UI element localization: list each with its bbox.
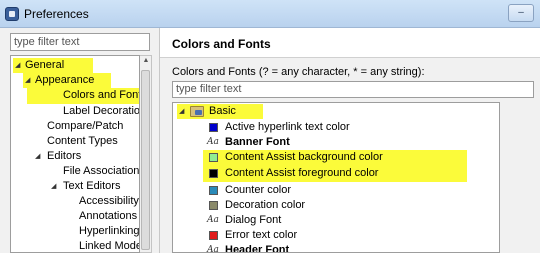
category-label: Basic: [209, 105, 236, 117]
item-label: Counter color: [225, 184, 292, 196]
item-label: Content Assist background color: [225, 151, 383, 163]
item-label: Content Assist foreground color: [225, 167, 379, 179]
tree-item-label: Linked Mode: [79, 240, 140, 252]
tree-item-hyperlinking[interactable]: Hyperlinking: [79, 224, 140, 239]
color-swatch-icon: [209, 153, 218, 162]
item-label: Decoration color: [225, 199, 306, 211]
tree-item-label: General: [25, 59, 65, 71]
tree-item-label: Label Decorations: [63, 105, 140, 117]
expand-arrow-icon[interactable]: ◢: [51, 179, 59, 194]
colors-and-fonts-tree[interactable]: ◢ Basic Active hyperlink text color Aa B…: [172, 102, 500, 253]
scrollbar-thumb[interactable]: [141, 70, 150, 250]
category-basic[interactable]: ◢ Basic: [177, 104, 263, 119]
color-swatch-icon: [209, 169, 218, 178]
tree-scrollbar[interactable]: ▲: [140, 55, 152, 253]
tree-item-colors-and-fonts[interactable]: Colors and Fonts: [27, 88, 140, 104]
page-title: Colors and Fonts: [172, 37, 271, 51]
preferences-app-icon: [5, 7, 19, 21]
tree-item-label: Compare/Patch: [47, 120, 124, 132]
page-description: Colors and Fonts (? = any character, * =…: [172, 66, 425, 78]
tree-item-general[interactable]: ◢ General: [13, 58, 93, 73]
tree-item-label: File Associations: [63, 165, 140, 177]
tree-item-file-associations[interactable]: File Associations: [63, 164, 140, 179]
color-item-counter[interactable]: Counter color: [209, 183, 489, 198]
title-bar: Preferences –: [0, 0, 540, 28]
tree-item-linked-mode[interactable]: Linked Mode: [79, 239, 140, 252]
font-item-banner-font[interactable]: Aa Banner Font: [207, 135, 489, 150]
font-item-header-font[interactable]: Aa Header Font: [207, 243, 489, 253]
expand-arrow-icon[interactable]: ◢: [179, 104, 187, 119]
font-icon: Aa: [207, 245, 219, 253]
item-label: Header Font: [225, 244, 290, 253]
tree-item-label-decorations[interactable]: Label Decorations: [63, 104, 140, 119]
tree-item-appearance[interactable]: ◢ Appearance: [23, 73, 111, 88]
item-label: Active hyperlink text color: [225, 121, 350, 133]
tree-item-label: Text Editors: [63, 180, 121, 192]
item-label: Banner Font: [225, 136, 290, 148]
colors-and-fonts-page: Colors and Fonts Colors and Fonts (? = a…: [160, 28, 540, 253]
item-label: Error text color: [225, 229, 298, 241]
color-item-active-hyperlink[interactable]: Active hyperlink text color: [209, 120, 489, 135]
tree-item-accessibility[interactable]: Accessibility: [79, 194, 139, 209]
tree-item-label: Content Types: [47, 135, 118, 147]
scroll-up-arrow-icon[interactable]: ▲: [141, 57, 151, 69]
expand-arrow-icon[interactable]: ◢: [35, 149, 43, 164]
preference-tree-panel: type filter text ◢ General ◢ Appearance …: [0, 28, 160, 253]
tree-item-label: Appearance: [35, 74, 95, 86]
tree-item-label: Colors and Fonts: [63, 89, 140, 101]
expand-arrow-icon[interactable]: ◢: [25, 73, 33, 88]
folder-icon: [190, 106, 204, 117]
color-swatch-icon: [209, 123, 218, 132]
window-controls: –: [508, 4, 534, 22]
color-item-content-assist-background[interactable]: Content Assist background color: [203, 150, 467, 166]
font-icon: Aa: [207, 215, 219, 225]
tree-item-label: Accessibility: [79, 195, 139, 207]
color-swatch-icon: [209, 231, 218, 240]
tree-item-content-types[interactable]: Content Types: [47, 134, 118, 149]
tree-filter-input[interactable]: type filter text: [10, 33, 150, 51]
item-label: Dialog Font: [225, 214, 282, 226]
color-swatch-icon: [209, 186, 218, 195]
color-item-error-text[interactable]: Error text color: [209, 228, 489, 243]
tree-item-compare-patch[interactable]: Compare/Patch: [47, 119, 123, 134]
color-swatch-icon: [209, 201, 218, 210]
minimize-button[interactable]: –: [508, 4, 534, 22]
expand-arrow-icon[interactable]: ◢: [15, 58, 23, 73]
font-icon: Aa: [207, 137, 219, 147]
preference-tree[interactable]: ◢ General ◢ Appearance Colors and Fonts …: [10, 55, 140, 253]
tree-item-label: Editors: [47, 150, 82, 162]
window-title: Preferences: [24, 7, 89, 21]
page-header: Colors and Fonts: [160, 28, 540, 58]
tree-item-label: Hyperlinking: [79, 225, 140, 237]
color-item-content-assist-foreground[interactable]: Content Assist foreground color: [203, 166, 467, 182]
tree-item-annotations[interactable]: Annotations: [79, 209, 137, 224]
tree-item-label: Annotations: [79, 210, 138, 222]
colors-filter-input[interactable]: type filter text: [172, 81, 534, 98]
color-item-decoration[interactable]: Decoration color: [209, 198, 489, 213]
font-item-dialog-font[interactable]: Aa Dialog Font: [207, 213, 489, 228]
